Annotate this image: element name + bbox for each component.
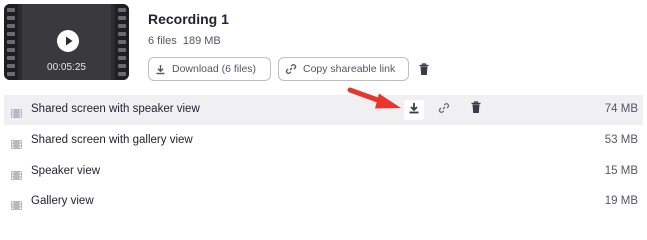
file-size: 19 MB [604, 195, 638, 207]
link-icon [438, 101, 450, 119]
file-name: Speaker view [31, 165, 101, 177]
file-size: 74 MB [604, 103, 638, 115]
copy-link-button[interactable]: Copy shareable link [278, 57, 409, 81]
trash-icon [418, 63, 430, 80]
video-file-icon [11, 136, 22, 149]
file-name: Gallery view [31, 195, 94, 207]
file-size: 53 MB [604, 134, 638, 146]
file-row-shared-screen-gallery[interactable]: Shared screen with gallery view 53 MB [4, 126, 643, 156]
download-file-button[interactable] [404, 100, 424, 120]
file-row-speaker-view[interactable]: Speaker view 15 MB [4, 157, 643, 187]
file-row-shared-screen-speaker[interactable]: Shared screen with speaker view 74 MB [4, 95, 643, 125]
red-arrow-icon [347, 87, 401, 109]
recording-title: Recording 1 [148, 11, 229, 27]
video-file-icon [11, 105, 22, 118]
file-name: Shared screen with speaker view [31, 103, 200, 115]
recording-details: 00:05:25 Recording 1 6 files 189 MB Down… [0, 0, 647, 217]
play-icon[interactable] [57, 30, 79, 52]
copy-file-link-button[interactable] [436, 102, 452, 118]
link-icon [285, 63, 297, 75]
copy-link-label: Copy shareable link [303, 63, 396, 75]
download-icon [155, 64, 166, 75]
delete-file-button[interactable] [468, 101, 484, 119]
download-all-label: Download (6 files) [172, 63, 257, 75]
delete-recording-button[interactable] [418, 63, 430, 81]
download-all-button[interactable]: Download (6 files) [148, 57, 271, 81]
recording-meta: 6 files 189 MB [148, 35, 221, 47]
recording-duration: 00:05:25 [47, 62, 86, 73]
video-file-icon [11, 197, 22, 210]
download-icon [408, 101, 420, 119]
video-file-icon [11, 167, 22, 180]
file-row-gallery-view[interactable]: Gallery view 19 MB [4, 187, 643, 217]
file-size: 15 MB [604, 165, 638, 177]
trash-icon [470, 101, 482, 119]
recording-thumbnail[interactable]: 00:05:25 [4, 4, 129, 80]
file-name: Shared screen with gallery view [31, 134, 193, 146]
